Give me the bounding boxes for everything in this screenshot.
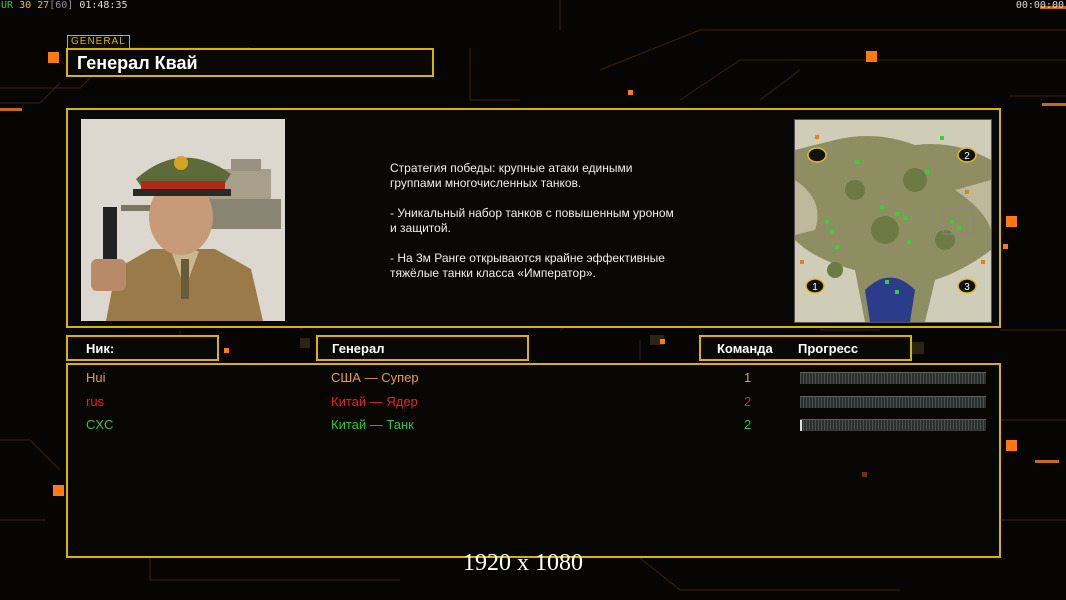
nick-header-label: Ник: bbox=[86, 341, 115, 356]
player-team: 2 bbox=[744, 417, 752, 432]
player-nick: Hui bbox=[86, 370, 106, 385]
game-time: 01:48:35 bbox=[79, 0, 128, 11]
start-position-2: 2 bbox=[964, 151, 970, 162]
ur-label: UR bbox=[1, 0, 14, 11]
general-tag: GENERAL bbox=[67, 35, 130, 49]
general-portrait bbox=[81, 119, 285, 321]
player-progress-bar bbox=[800, 419, 986, 431]
player-progress-bar bbox=[800, 372, 986, 384]
player-general: Китай — Танк bbox=[331, 417, 414, 432]
player-progress-fill bbox=[800, 420, 802, 431]
player-row: CXC Китай — Танк 2 bbox=[68, 414, 999, 436]
progress-header-label: Прогресс bbox=[798, 341, 859, 356]
player-progress-bar bbox=[800, 395, 986, 408]
strategy-description: Стратегия победы: крупные атаки едиными … bbox=[390, 161, 674, 280]
resolution-label: 1920 x 1080 bbox=[463, 550, 583, 576]
player-team: 1 bbox=[744, 370, 752, 385]
start-position-3: 3 bbox=[964, 282, 970, 293]
team-progress-header: Команда Прогресс bbox=[699, 335, 912, 361]
portrait-image bbox=[81, 119, 285, 321]
minimap: 2 1 3 bbox=[794, 119, 992, 323]
fps-value: 30 bbox=[19, 0, 32, 11]
player-general: Китай — Ядер bbox=[331, 393, 418, 409]
fps-value-2: 27 bbox=[37, 0, 50, 11]
fps-target: [60] bbox=[49, 0, 74, 11]
player-team: 2 bbox=[744, 393, 752, 409]
general-info-panel: Стратегия победы: крупные атаки едиными … bbox=[66, 108, 1001, 328]
start-position-1: 1 bbox=[812, 282, 818, 293]
player-general: США — Супер bbox=[331, 370, 419, 385]
clock: 00:00:00 bbox=[1015, 0, 1064, 11]
team-header-label: Команда bbox=[717, 341, 773, 356]
player-nick: CXC bbox=[86, 417, 114, 432]
player-nick: rus bbox=[86, 393, 105, 409]
fps-counter: UR 30 27[60] 01:48:35 bbox=[1, 0, 128, 11]
player-row: Hui США — Супер 1 bbox=[68, 367, 999, 389]
player-row: rus Китай — Ядер 2 bbox=[68, 391, 999, 413]
general-column-header: Генерал bbox=[316, 335, 529, 361]
nick-column-header: Ник: bbox=[66, 335, 219, 361]
general-title-box: Генерал Квай bbox=[66, 48, 434, 77]
players-panel: Hui США — Супер 1 rus Китай — Ядер 2 CXC Китай … bbox=[66, 363, 1001, 558]
general-name: Генерал Квай bbox=[77, 53, 198, 73]
general-header-label: Генерал bbox=[332, 341, 385, 356]
